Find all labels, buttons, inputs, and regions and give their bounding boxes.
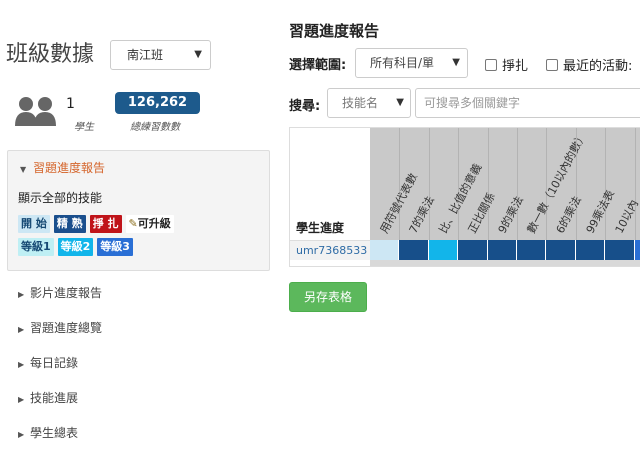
column-divider	[605, 128, 607, 240]
panel-title[interactable]: ▼ 習題進度報告	[20, 159, 105, 176]
legend-level-3: 等級3	[97, 238, 133, 256]
progress-cell[interactable]	[458, 240, 488, 260]
column-header[interactable]: 6的乘法	[552, 193, 585, 236]
checkbox-box[interactable]	[485, 58, 497, 71]
range-label: 選擇範圍:	[289, 58, 347, 73]
nav-item-label: 每日記錄	[30, 356, 79, 370]
nav-item-label: 影片進度報告	[30, 286, 103, 300]
grid-column-headers: 用符號代表數 7的乘法 比、比值的意義 正比關係 9的乘法 數一數（10以內的數） 6的乘法…	[370, 128, 640, 240]
legend-proficient: 精 熟	[53, 215, 86, 233]
recent-activity-checkbox[interactable]: 最近的活動:	[546, 55, 632, 74]
legend-level-1: 等級1	[18, 238, 54, 256]
exercise-report-panel: ▼ 習題進度報告 顯示全部的技能 開 始 精 熟 掙 扎 ✎可升級 等級1 等級…	[7, 150, 270, 271]
nav-item-student-summary[interactable]: ▶ 學生總表	[18, 424, 78, 441]
checkbox-box[interactable]	[546, 58, 558, 71]
total-problems-badge: 126,262	[115, 92, 200, 114]
nav-item-exercise-overview[interactable]: ▶ 習題進度總覽	[18, 319, 102, 336]
legend-upgradable-label: 可升級	[137, 217, 171, 230]
progress-grid: 學生進度 用符號代表數 7的乘法 比、比值的意義 正比關係 9的乘法 數一數（10以內的數…	[289, 127, 640, 267]
column-divider	[517, 128, 518, 240]
nav-item-video-report[interactable]: ▶ 影片進度報告	[18, 284, 102, 301]
range-select-value: 所有科目/單	[370, 56, 435, 70]
progress-cell[interactable]	[516, 240, 547, 260]
progress-cell[interactable]	[634, 240, 640, 260]
legend-upgradable: ✎可升級	[125, 215, 174, 233]
struggle-checkbox[interactable]: 掙扎	[485, 55, 528, 74]
progress-cell[interactable]	[605, 240, 635, 260]
users-icon	[15, 97, 56, 126]
caret-down-icon: ▼	[194, 49, 202, 60]
grid-scrollbar[interactable]	[370, 260, 640, 266]
nav-item-label: 學生總表	[30, 426, 79, 440]
nav-item-skill-progress[interactable]: ▶ 技能進展	[18, 389, 78, 406]
level-legend: 等級1 等級2 等級3	[18, 238, 133, 256]
column-header[interactable]: 9的乘法	[493, 193, 526, 236]
struggle-checkbox-label: 掙扎	[502, 59, 529, 74]
caret-down-icon: ▼	[396, 97, 404, 108]
progress-cell[interactable]	[428, 240, 459, 260]
progress-cell[interactable]	[370, 240, 400, 260]
save-table-button[interactable]: 另存表格	[289, 282, 367, 312]
progress-cell[interactable]	[575, 240, 606, 260]
column-header[interactable]: 7的乘法	[405, 193, 438, 236]
search-input[interactable]: 可搜尋多個關鍵字	[415, 88, 640, 118]
students-label: 學生	[74, 122, 94, 133]
skill-select-value: 技能名	[342, 96, 379, 110]
status-legend: 開 始 精 熟 掙 扎 ✎可升級	[18, 215, 174, 233]
caret-right-icon: ▶	[18, 360, 25, 369]
page-title: 習題進度報告	[289, 22, 380, 40]
range-select[interactable]: 所有科目/單 ▼	[355, 48, 468, 78]
grid-header-label: 學生進度	[296, 221, 345, 235]
legend-level-2: 等級2	[57, 238, 94, 256]
caret-down-icon: ▼	[20, 165, 27, 174]
caret-right-icon: ▶	[18, 430, 25, 439]
nav-item-label: 技能進展	[30, 391, 79, 405]
caret-right-icon: ▶	[18, 395, 25, 404]
caret-right-icon: ▶	[18, 325, 25, 334]
class-title: 班級數據	[6, 42, 95, 67]
caret-down-icon: ▼	[450, 49, 460, 77]
student-progress-row	[370, 240, 640, 260]
caret-right-icon: ▶	[18, 290, 25, 299]
panel-title-label: 習題進度報告	[32, 161, 105, 175]
search-label: 搜尋:	[289, 99, 321, 114]
progress-cell[interactable]	[546, 240, 576, 260]
skill-name-select[interactable]: 技能名 ▼	[327, 88, 411, 118]
legend-struggle: 掙 扎	[89, 215, 122, 233]
upgrade-icon: ✎	[128, 217, 138, 230]
progress-cell[interactable]	[487, 240, 517, 260]
column-header[interactable]: 10以內	[611, 197, 640, 236]
column-divider	[575, 128, 577, 240]
nav-item-daily-log[interactable]: ▶ 每日記錄	[18, 354, 78, 371]
recent-activity-label: 最近的活動:	[563, 59, 633, 74]
legend-start: 開 始	[18, 215, 50, 233]
student-name-link[interactable]: umr7368533	[290, 240, 370, 260]
progress-cell[interactable]	[399, 240, 429, 260]
panel-subtitle: 顯示全部的技能	[18, 191, 103, 205]
total-problems-label: 總練習數數	[130, 122, 180, 133]
students-count: 1	[66, 96, 75, 112]
column-divider	[487, 128, 489, 240]
class-select-value: 南江班	[127, 48, 164, 62]
nav-item-label: 習題進度總覽	[30, 321, 103, 335]
grid-corner: 學生進度	[290, 128, 370, 240]
column-divider	[428, 128, 430, 240]
class-select[interactable]: 南江班 ▼	[110, 40, 211, 70]
column-divider	[634, 128, 636, 240]
